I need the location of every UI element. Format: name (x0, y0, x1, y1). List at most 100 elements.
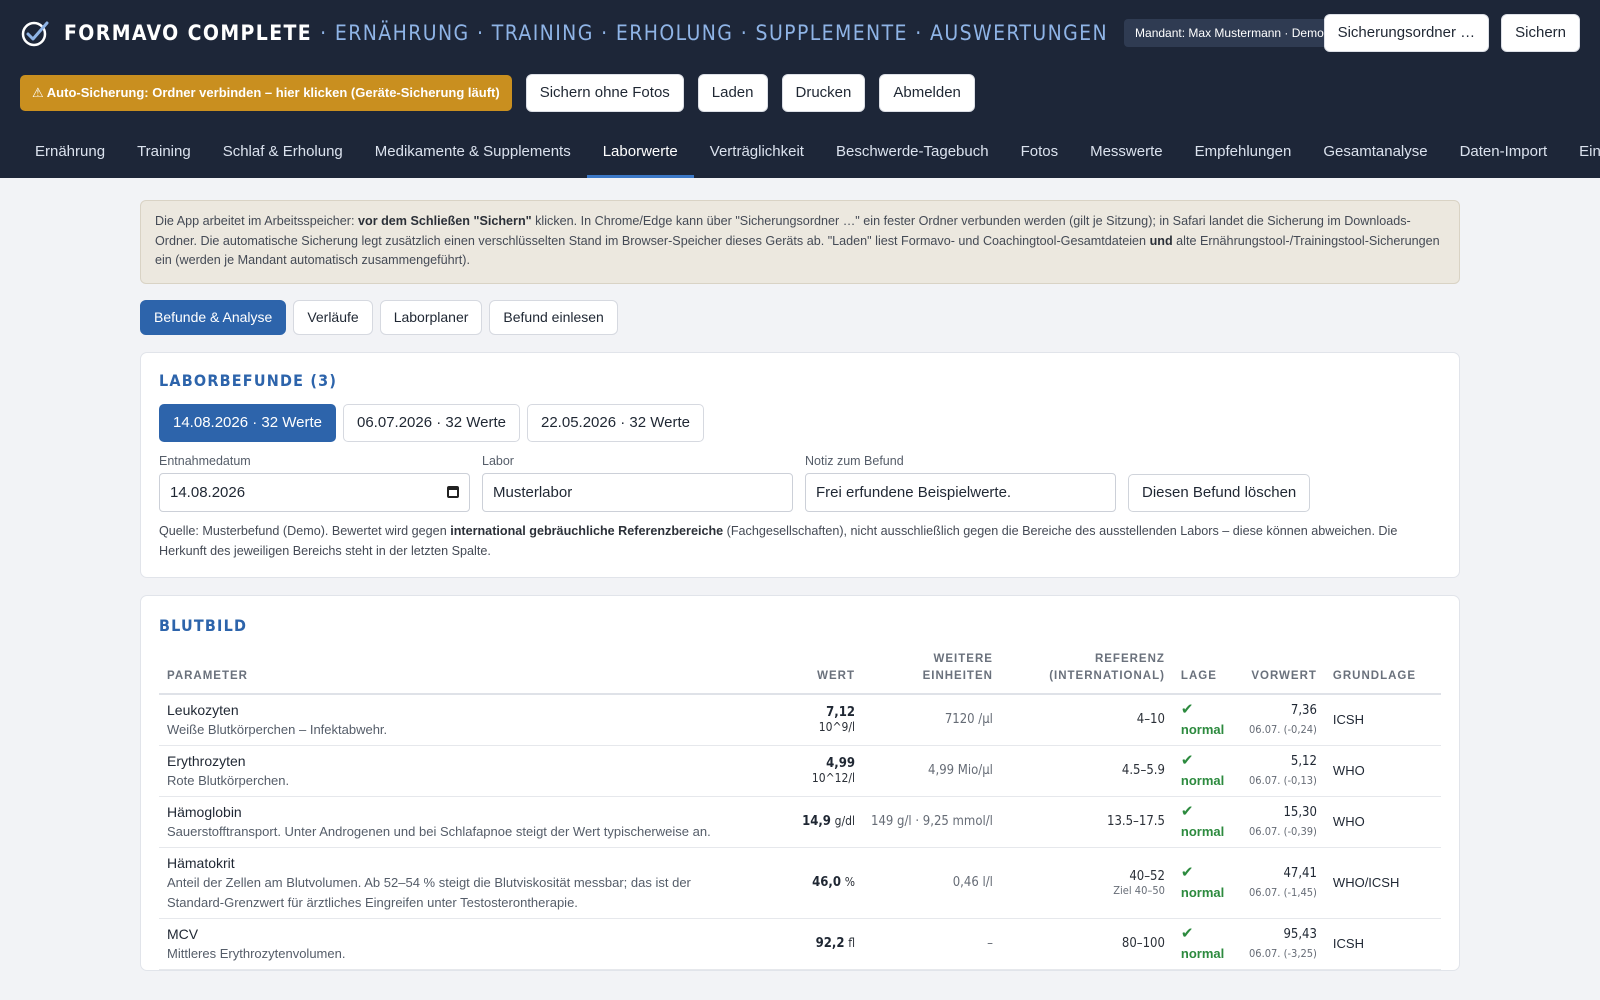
nav-tab-gesamtanalyse[interactable]: Gesamtanalyse (1307, 132, 1443, 178)
basis-cell: ICSH (1324, 918, 1441, 970)
nav-tab-more[interactable]: Ein (1563, 132, 1600, 178)
column-header-other-units: WEITERE EINHEITEN (863, 650, 1001, 695)
param-cell: MCV Mittleres Erythrozytenvolumen. (159, 918, 779, 970)
reference-range: 4–10 (1136, 712, 1165, 727)
sample-date-label: Entnahmedatum (159, 453, 251, 468)
column-header-parameter: PARAMETER (159, 650, 779, 695)
previous-value: 47,41 (1283, 865, 1317, 881)
source-text-bold: international gebräuchliche Referenzbere… (450, 523, 724, 538)
previous-cell: 5,12 06.07. (-0,13) (1236, 745, 1325, 797)
nav-tab-vertraeglichkeit[interactable]: Verträglichkeit (694, 132, 820, 178)
save-without-photos-button[interactable]: Sichern ohne Fotos (525, 74, 684, 112)
sample-date-field: Entnahmedatum 14.08.2026 (159, 454, 470, 512)
check-icon: ✔ (1180, 863, 1194, 881)
status-text: normal (1180, 772, 1225, 788)
previous-cell: 47,41 06.07. (-1,45) (1236, 847, 1325, 919)
sample-date-input[interactable]: 14.08.2026 (159, 472, 470, 512)
main-content: Die App arbeitet im Arbeitsspeicher: vor… (140, 200, 1460, 971)
basis-cell: WHO (1324, 745, 1441, 797)
load-button[interactable]: Laden (697, 74, 768, 112)
previous-value: 15,30 (1283, 804, 1317, 820)
value-cell: 92,2 fl (779, 918, 863, 970)
lab-input[interactable]: Musterlabor (482, 472, 793, 512)
nav-tab-laborwerte[interactable]: Laborwerte (586, 132, 694, 178)
param-name: Hämatokrit (167, 854, 235, 871)
calendar-icon[interactable] (447, 486, 459, 498)
nav-tab-fotos[interactable]: Fotos (1005, 132, 1075, 178)
backup-folder-button[interactable]: Sicherungsordner … (1323, 14, 1490, 52)
note-value: Frei erfundene Beispielwerte. (816, 483, 1012, 501)
reference-range: 13.5–17.5 (1107, 814, 1165, 829)
reference-cell: 13.5–17.5 (1000, 796, 1173, 848)
param-desc: Weiße Blutkörperchen – Infektabwehr. (167, 721, 388, 737)
nav-tab-daten-import[interactable]: Daten-Import (1444, 132, 1564, 178)
previous-value: 5,12 (1290, 753, 1317, 769)
print-button[interactable]: Drucken (781, 74, 866, 112)
note-input[interactable]: Frei erfundene Beispielwerte. (805, 472, 1116, 512)
report-tab[interactable]: 06.07.2026 · 32 Werte (343, 403, 520, 442)
reference-range: 4.5–5.9 (1121, 763, 1165, 778)
previous-note: 06.07. (-1,45) (1248, 885, 1317, 899)
blood-count-card: BLUTBILD PARAMETER WERT WEITERE EINHEITEN… (140, 594, 1460, 971)
previous-cell: 15,30 06.07. (-0,39) (1236, 796, 1325, 848)
report-tab[interactable]: 22.05.2026 · 32 Werte (527, 403, 704, 442)
save-button[interactable]: Sichern (1501, 14, 1580, 52)
lab-label: Labor (482, 453, 514, 468)
nav-tab-empfehlungen[interactable]: Empfehlungen (1179, 132, 1308, 178)
top-actions: Sicherungsordner … Sichern (1323, 14, 1580, 52)
reference-range: 40–52 (1129, 868, 1165, 884)
status-cell: ✔ normal (1172, 745, 1237, 797)
reference-cell: 4.5–5.9 (1000, 745, 1173, 797)
toolbar: ⚠ Auto-Sicherung: Ordner verbinden – hie… (20, 74, 975, 112)
param-cell: Hämoglobin Sauerstofftransport. Unter And… (159, 796, 779, 848)
reference-cell: 4–10 (1000, 693, 1173, 746)
nav-tab-messwerte[interactable]: Messwerte (1074, 132, 1179, 178)
blood-count-title: BLUTBILD (159, 615, 248, 635)
table-row[interactable]: Hämoglobin Sauerstofftransport. Unter And… (159, 796, 1441, 848)
report-tab[interactable]: 14.08.2026 · 32 Werte (159, 403, 336, 442)
value: 92,2 (815, 936, 845, 951)
app-header: FORMAVO COMPLETE · ERNÄHRUNG · TRAINING … (0, 0, 1600, 178)
subtab-verlaeufe[interactable]: Verläufe (293, 299, 373, 335)
status-text: normal (1180, 823, 1225, 839)
status-text: normal (1180, 945, 1225, 961)
value-cell: 4,99 10^12/l (779, 745, 863, 797)
table-row[interactable]: MCV Mittleres Erythrozytenvolumen. 92,2 f… (159, 918, 1441, 970)
brand-row: FORMAVO COMPLETE · ERNÄHRUNG · TRAINING … (20, 16, 1335, 50)
nav-tab-medikamente-supplements[interactable]: Medikamente & Supplements (359, 132, 587, 178)
logout-button[interactable]: Abmelden (879, 74, 975, 112)
table-row[interactable]: Leukozyten Weiße Blutkörperchen – Infekta… (159, 693, 1441, 746)
auto-backup-warning-button[interactable]: ⚠ Auto-Sicherung: Ordner verbinden – hie… (20, 75, 512, 111)
nav-tab-training[interactable]: Training (121, 132, 207, 178)
subtab-befunde-analyse[interactable]: Befunde & Analyse (140, 299, 287, 335)
info-notice: Die App arbeitet im Arbeitsspeicher: vor… (140, 200, 1460, 284)
previous-value: 95,43 (1283, 926, 1317, 942)
nav-tab-schlaf-erholung[interactable]: Schlaf & Erholung (207, 132, 359, 178)
note-label: Notiz zum Befund (805, 453, 904, 468)
check-icon: ✔ (1180, 924, 1194, 942)
blood-count-table: PARAMETER WERT WEITERE EINHEITEN REFERENZ… (159, 650, 1441, 970)
subtab-laborplaner[interactable]: Laborplaner (379, 299, 483, 335)
reference-cell: 80–100 (1000, 918, 1173, 970)
previous-note: 06.07. (-3,25) (1248, 946, 1317, 960)
param-desc: Rote Blutkörperchen. (167, 772, 290, 788)
table-row[interactable]: Erythrozyten Rote Blutkörperchen. 4,99 10^… (159, 745, 1441, 797)
nav-tab-beschwerde-tagebuch[interactable]: Beschwerde-Tagebuch (820, 132, 1005, 178)
info-text-bold: und (1149, 233, 1173, 248)
table-header-row: PARAMETER WERT WEITERE EINHEITEN REFERENZ… (159, 650, 1441, 695)
lab-value: Musterlabor (493, 483, 573, 501)
other-units-cell: – (863, 918, 1001, 970)
subtab-befund-einlesen[interactable]: Befund einlesen (489, 299, 618, 335)
nav-tab-ernaehrung[interactable]: Ernährung (19, 132, 121, 178)
column-header-status: LAGE (1172, 650, 1237, 695)
report-fields: Entnahmedatum 14.08.2026 Labor Musterlab… (159, 454, 1441, 512)
basis-cell: ICSH (1324, 693, 1441, 746)
param-desc: Mittleres Erythrozytenvolumen. (167, 945, 346, 961)
delete-report-button[interactable]: Diesen Befund löschen (1128, 473, 1311, 512)
note-field: Notiz zum Befund Frei erfundene Beispiel… (805, 454, 1116, 512)
status-text: normal (1180, 721, 1225, 737)
param-name: Erythrozyten (167, 752, 246, 769)
previous-cell: 95,43 06.07. (-3,25) (1236, 918, 1325, 970)
previous-note: 06.07. (-0,39) (1248, 824, 1317, 838)
table-row[interactable]: Hämatokrit Anteil der Zellen am Blutvolum… (159, 847, 1441, 919)
